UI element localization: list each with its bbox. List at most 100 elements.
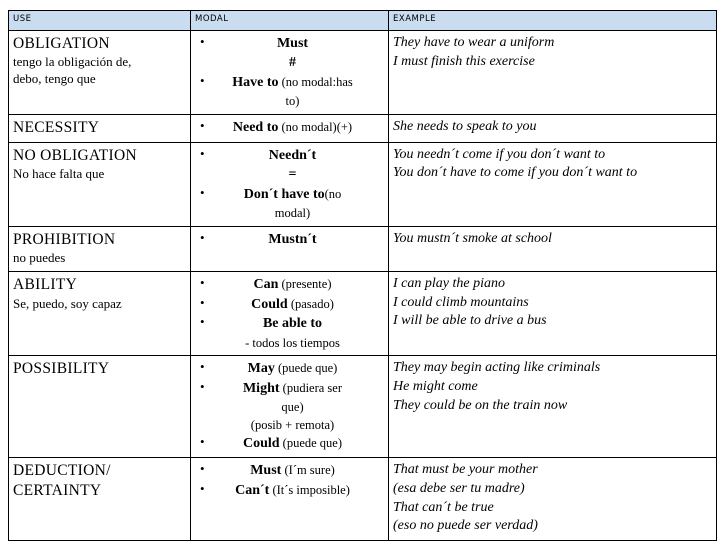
modal-list-item: (posib + remota)	[195, 416, 384, 434]
modal-list-item: Could (pasado)	[195, 294, 384, 314]
modal-note: (puede que)	[279, 435, 343, 450]
table-body: OBLIGATION tengo la obligación de, debo, …	[8, 29, 717, 541]
example-cell: I can play the piano I could climb mount…	[388, 271, 717, 357]
modal-list-item: #	[195, 53, 384, 72]
table-row: NECESSITY Need to (no modal)(+) She needs …	[8, 114, 717, 143]
example-cell: That must be your mother (esa debe ser t…	[388, 457, 717, 541]
use-cell: DEDUCTION/ CERTAINTY	[8, 457, 191, 541]
table-row: DEDUCTION/ CERTAINTYMust (I´m sure)Can´t…	[8, 457, 717, 541]
use-title: NO OBLIGATION	[13, 146, 138, 164]
example-cell: You mustn´t smoke at school	[388, 225, 717, 273]
example-text: She needs to speak to you	[393, 119, 537, 135]
modal-note: (pasado)	[287, 296, 334, 311]
column-header-modal: MODAL	[190, 10, 389, 31]
modal-list: Must#Have to (no modal:has to)	[195, 33, 384, 110]
table-header: USE MODAL EXAMPLE	[8, 10, 717, 31]
use-cell: NO OBLIGATION No hace falta que	[8, 141, 191, 227]
use-subtitle: tengo la obligación de, debo, tengo que	[13, 54, 132, 87]
modal-list-item: Don´t have to(no modal)	[195, 184, 384, 222]
example-cell: They may begin acting like criminals He …	[388, 355, 717, 459]
use-subtitle: No hace falta que	[13, 166, 105, 182]
modal-list-item: Might (pudiera ser que)	[195, 378, 384, 416]
modal-list: Must (I´m sure)Can´t (It´s imposible)	[195, 460, 384, 500]
modal-list-item: Must (I´m sure)	[195, 460, 384, 480]
modal-list-item: Must	[195, 33, 384, 53]
modal-term: Must	[276, 36, 309, 51]
modal-term: Must	[250, 463, 282, 479]
modal-term: =	[288, 167, 297, 183]
modal-term: Need to	[232, 120, 279, 136]
modal-note: (puede que)	[274, 361, 338, 376]
modal-term: May	[247, 361, 275, 377]
modal-note: (no modal:has to)	[278, 74, 353, 109]
modal-cell: May (puede que)Might (pudiera ser que)(p…	[190, 355, 389, 459]
use-title: NECESSITY	[13, 119, 100, 137]
modal-cell: Must#Have to (no modal:has to)	[190, 29, 389, 116]
modal-verbs-table: USE MODAL EXAMPLE OBLIGATION tengo la obl…	[8, 10, 717, 541]
use-cell: POSSIBILITY	[8, 355, 191, 459]
modal-list: Needn´t =Don´t have to(no modal)	[195, 145, 384, 222]
table-row: PROHIBITION no puedes Mustn´t You mustn´t s…	[8, 225, 717, 273]
example-text: They may begin acting like criminals He …	[393, 360, 601, 413]
modal-list-item: Can (presente)	[195, 274, 384, 294]
use-title: POSSIBILITY	[13, 360, 110, 378]
modal-list-item: May (puede que)	[195, 358, 384, 378]
modal-cell: Can (presente)Could (pasado)Be able to- …	[190, 271, 389, 357]
example-text: I can play the piano I could climb mount…	[393, 276, 547, 329]
modal-term: Could	[242, 435, 280, 451]
table-row: OBLIGATION tengo la obligación de, debo, …	[8, 29, 717, 116]
modal-list-item: Needn´t	[195, 145, 384, 165]
modal-list-item: Could (puede que)	[195, 433, 384, 453]
modal-term: #	[289, 55, 296, 71]
modal-note: - todos los tiempos	[245, 335, 340, 350]
example-cell: She needs to speak to you	[388, 114, 717, 143]
modal-cell: Mustn´t	[190, 225, 389, 273]
modal-list-item: Can´t (It´s imposible)	[195, 480, 384, 500]
example-cell: They have to wear a uniform I must finis…	[388, 29, 717, 116]
modal-list: May (puede que)Might (pudiera ser que)(p…	[195, 358, 384, 453]
use-title: PROHIBITION	[13, 230, 116, 248]
modal-term: Could	[251, 296, 288, 312]
modal-note: (I´m sure)	[281, 463, 335, 478]
modal-note: (no modal)(+)	[278, 120, 353, 135]
modal-cell: Must (I´m sure)Can´t (It´s imposible)	[190, 457, 389, 541]
modal-term: Can	[253, 277, 279, 293]
modal-list: Need to (no modal)(+)	[195, 117, 384, 137]
modal-term: Might	[242, 380, 280, 396]
modal-term: Have to	[232, 74, 279, 90]
modal-term: Be able to	[262, 316, 323, 332]
modal-note: (pudiera ser que)	[279, 380, 343, 415]
use-title: OBLIGATION	[13, 35, 110, 52]
modal-list-item: =	[195, 165, 384, 184]
use-title: DEDUCTION/ CERTAINTY	[13, 462, 111, 499]
use-cell: NECESSITY	[8, 114, 191, 143]
table-row: POSSIBILITYMay (puede que)Might (pudiera…	[8, 355, 717, 459]
modal-list: Can (presente)Could (pasado)Be able to- …	[195, 274, 384, 351]
modal-term: Don´t have to	[243, 186, 325, 202]
modal-list: Mustn´t	[195, 229, 384, 249]
column-header-use: USE	[8, 10, 191, 31]
modal-term: Mustn´t	[268, 231, 317, 247]
document-page: USE MODAL EXAMPLE OBLIGATION tengo la obl…	[0, 10, 720, 550]
modal-note: (presente)	[278, 277, 332, 292]
modal-list-item: Mustn´t	[195, 229, 384, 249]
table-row: ABILITYSe, puedo, soy capazCan (presente…	[8, 271, 717, 357]
example-text: That must be your mother (esa debe ser t…	[393, 462, 538, 534]
modal-cell: Need to (no modal)(+)	[190, 114, 389, 143]
modal-list-item: Have to (no modal:has to)	[195, 72, 384, 110]
table-header-row: USE MODAL EXAMPLE	[8, 10, 717, 31]
use-title: ABILITY	[13, 276, 78, 294]
use-cell: ABILITY Se, puedo, soy capaz	[8, 271, 191, 357]
modal-term: Can´t	[235, 482, 270, 498]
use-subtitle: Se, puedo, soy capaz	[13, 295, 122, 311]
table-row: NO OBLIGATIONNo hace falta queNeedn´t=Do…	[8, 141, 717, 227]
use-cell: PROHIBITION no puedes	[8, 225, 191, 273]
modal-note: (It´s imposible)	[269, 482, 350, 497]
example-text: They have to wear a uniform I must finis…	[393, 35, 555, 69]
modal-note: (posib + remota)	[250, 418, 335, 433]
column-header-example: EXAMPLE	[388, 10, 717, 31]
modal-list-item: Need to (no modal)(+)	[195, 117, 384, 137]
modal-list-item: Be able to	[195, 313, 384, 333]
use-subtitle: no puedes	[13, 250, 66, 266]
example-text: You needn´t come if you don´t want to Yo…	[393, 146, 638, 181]
